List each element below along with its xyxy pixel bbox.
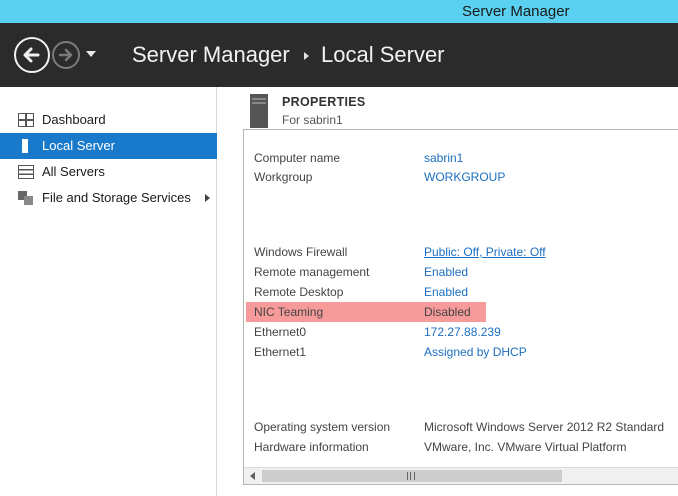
breadcrumb-current: Local Server [321, 42, 445, 67]
section-title: PROPERTIES [282, 95, 366, 109]
sidebar-item-all-servers[interactable]: All Servers [0, 159, 217, 185]
nic-teaming-link[interactable]: Disabled [424, 305, 471, 319]
server-icon [22, 139, 28, 153]
section-subtitle: For sabrin1 [282, 113, 343, 127]
properties-panel: Computer name sabrin1 Workgroup WORKGROU… [243, 129, 678, 485]
remote-management-link[interactable]: Enabled [424, 265, 468, 279]
property-row: Computer name sabrin1 [244, 148, 678, 168]
arrow-left-icon [23, 47, 40, 63]
sidebar-item-label: Dashboard [42, 112, 106, 127]
property-row: Operating system version Microsoft Windo… [244, 417, 678, 437]
property-row: Workgroup WORKGROUP [244, 167, 678, 187]
grip-icon [407, 472, 415, 480]
property-key: Remote management [254, 265, 370, 279]
property-row: Remote Desktop Enabled [244, 282, 678, 302]
back-button[interactable] [14, 37, 50, 73]
windows-firewall-link[interactable]: Public: Off, Private: Off [424, 245, 546, 259]
breadcrumb-separator-icon [304, 52, 309, 60]
scrollbar-thumb[interactable] [262, 470, 562, 482]
horizontal-scrollbar[interactable] [244, 467, 678, 484]
forward-button[interactable] [52, 41, 80, 69]
sidebar-item-file-storage[interactable]: File and Storage Services [0, 185, 217, 211]
property-row: Hardware information VMware, Inc. VMware… [244, 437, 678, 457]
main-content: PROPERTIES For sabrin1 Computer name sab… [218, 87, 678, 496]
scroll-left-icon[interactable] [250, 472, 255, 480]
sidebar-item-label: File and Storage Services [42, 190, 191, 205]
window-titlebar: Server Manager [0, 0, 678, 23]
sidebar-item-label: Local Server [42, 138, 115, 153]
computer-name-link[interactable]: sabrin1 [424, 151, 463, 165]
breadcrumb-root[interactable]: Server Manager [132, 42, 290, 68]
chevron-right-icon[interactable] [205, 194, 210, 202]
property-key: NIC Teaming [254, 305, 324, 319]
property-key: Operating system version [254, 420, 391, 434]
sidebar-item-dashboard[interactable]: Dashboard [0, 107, 217, 133]
server-tower-icon [250, 94, 268, 128]
property-key: Remote Desktop [254, 285, 344, 299]
os-version-value: Microsoft Windows Server 2012 R2 Standar… [424, 420, 665, 434]
property-row: Remote management Enabled [244, 262, 678, 282]
window-title: Server Manager [462, 3, 570, 20]
property-key: Computer name [254, 151, 341, 165]
sidebar-item-label: All Servers [42, 164, 105, 179]
property-key: Hardware information [254, 440, 369, 454]
property-row: Windows Firewall Public: Off, Private: O… [244, 242, 678, 262]
property-key: Workgroup [254, 170, 313, 184]
property-key: Windows Firewall [254, 245, 348, 259]
remote-desktop-link[interactable]: Enabled [424, 285, 468, 299]
ethernet0-link[interactable]: 172.27.88.239 [424, 325, 501, 339]
property-row: Ethernet0 172.27.88.239 [244, 322, 678, 342]
property-key: Ethernet0 [254, 325, 307, 339]
property-row-highlighted: NIC Teaming Disabled [244, 302, 678, 322]
history-dropdown-icon[interactable] [86, 51, 96, 57]
property-key: Ethernet1 [254, 345, 307, 359]
sidebar: Dashboard Local Server All Servers File … [0, 87, 217, 496]
property-row: Ethernet1 Assigned by DHCP [244, 342, 678, 362]
header-bar: Server Manager Local Server [0, 23, 678, 87]
storage-icon [18, 191, 33, 205]
servers-list-icon [18, 165, 34, 179]
ethernet1-link[interactable]: Assigned by DHCP [424, 345, 527, 359]
hardware-info-value: VMware, Inc. VMware Virtual Platform [424, 440, 627, 454]
dashboard-grid-icon [18, 113, 34, 127]
sidebar-item-local-server[interactable]: Local Server [0, 133, 217, 159]
workgroup-link[interactable]: WORKGROUP [424, 170, 505, 184]
arrow-right-icon [58, 48, 73, 62]
